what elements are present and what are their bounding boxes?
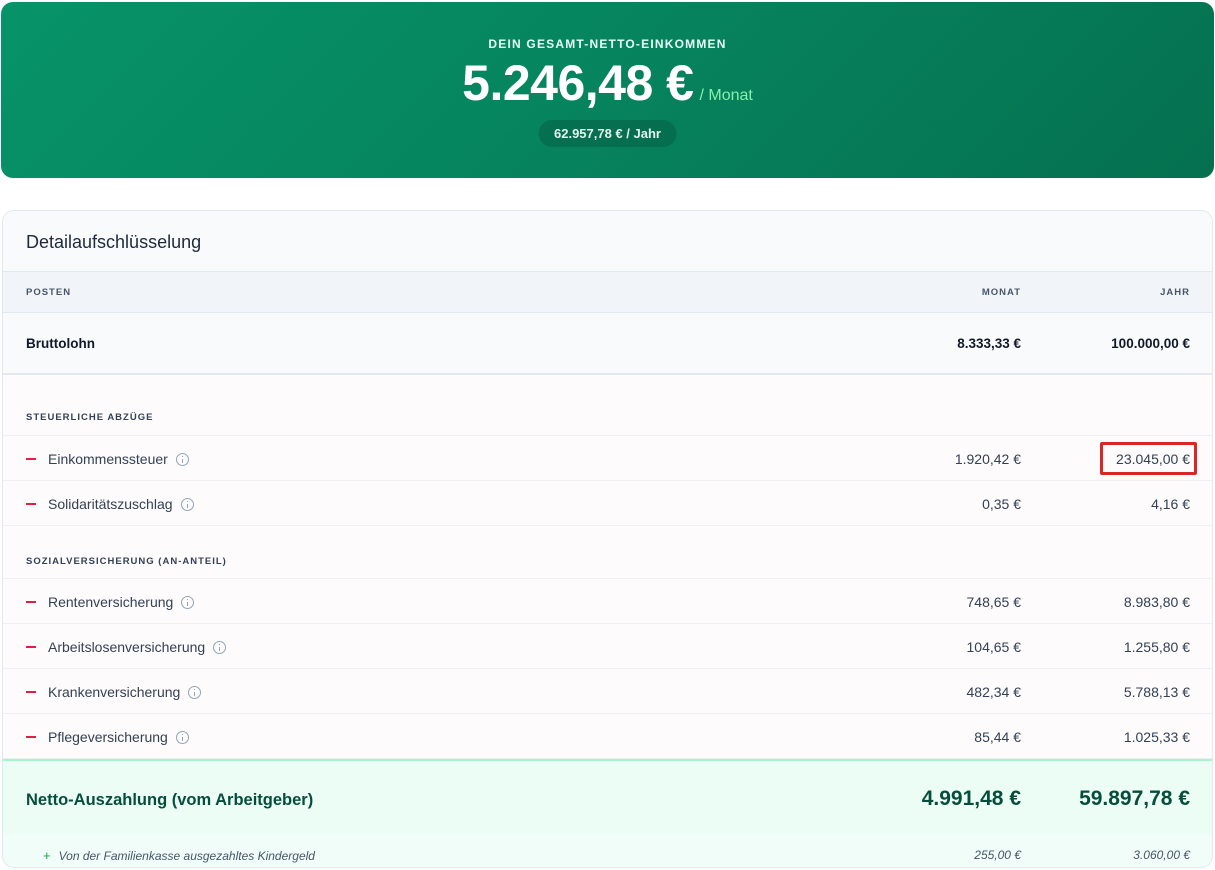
breakdown-card: Detailaufschlüsselung POSTEN MONAT JAHR … [2,210,1213,868]
row-label-text: Solidaritätszuschlag [48,496,173,512]
net-payout-row: Netto-Auszahlung (vom Arbeitgeber) 4.991… [3,759,1212,834]
hero-unit: / Monat [699,87,753,104]
hero-amount: 5.246,48 € [462,55,694,111]
minus-icon [26,601,36,603]
info-icon[interactable] [181,595,195,609]
net-year: 59.897,78 € [1079,787,1190,810]
minus-icon [26,503,36,505]
row-label: Arbeitslosenversicherung [26,639,227,655]
section-title-social: SOZIALVERSICHERUNG (AN-ANTEIL) [26,556,227,567]
minus-icon [26,691,36,693]
minus-icon [26,736,36,738]
info-icon[interactable] [180,497,194,511]
row-year: 1.255,80 € [1123,639,1190,655]
table-row: Arbeitslosenversicherung 104,65 € 1.255,… [3,624,1212,669]
info-icon[interactable] [175,452,189,466]
kindergeld-label: + Von der Familienkasse ausgezahltes Kind… [43,848,315,863]
row-label-text: Pflegeversicherung [48,729,168,745]
column-header-item: POSTEN [26,287,72,298]
kindergeld-month: 255,00 € [974,848,1021,862]
kindergeld-row: + Von der Familienkasse ausgezahltes Kind… [3,834,1212,867]
net-income-hero: DEIN GESAMT-NETTO-EINKOMMEN 5.246,48 € / … [1,2,1214,178]
section-header-social: SOZIALVERSICHERUNG (AN-ANTEIL) [3,526,1212,579]
plus-icon: + [43,848,51,863]
row-label-text: Rentenversicherung [48,594,174,610]
gross-month: 8.333,33 € [957,336,1021,351]
card-title: Detailaufschlüsselung [3,211,1212,272]
row-year: 8.983,80 € [1123,594,1190,610]
column-header-year: JAHR [1160,287,1190,298]
hero-amount-line: 5.246,48 € / Monat [1,54,1214,112]
hero-label: DEIN GESAMT-NETTO-EINKOMMEN [488,37,727,51]
row-label-text: Einkommenssteuer [48,451,168,467]
info-icon[interactable] [175,730,189,744]
row-month: 1.920,42 € [954,451,1021,467]
row-month: 104,65 € [966,639,1022,655]
row-month: 748,65 € [966,594,1022,610]
minus-icon [26,458,36,460]
row-year: 5.788,13 € [1123,684,1190,700]
info-icon[interactable] [213,640,227,654]
row-year: 4,16 € [1151,496,1190,512]
minus-icon [26,646,36,648]
section-header-tax: STEUERLICHE ABZÜGE [3,375,1212,436]
table-row: Einkommenssteuer 1.920,42 € 23.045,00 € [3,436,1212,481]
row-label: Pflegeversicherung [26,729,189,745]
row-label: Krankenversicherung [26,684,202,700]
net-month: 4.991,48 € [921,787,1021,810]
net-label: Netto-Auszahlung (vom Arbeitgeber) [26,791,314,809]
hero-yearly-pill: 62.957,78 € / Jahr [538,120,677,147]
gross-year: 100.000,00 € [1111,336,1190,351]
row-year: 1.025,33 € [1123,729,1190,745]
gross-label: Bruttolohn [26,336,95,351]
table-row: Krankenversicherung 482,34 € 5.788,13 € [3,669,1212,714]
section-title-tax: STEUERLICHE ABZÜGE [26,412,154,423]
table-header: POSTEN MONAT JAHR [3,272,1212,313]
gross-row: Bruttolohn 8.333,33 € 100.000,00 € [3,313,1212,375]
row-label: Einkommenssteuer [26,451,189,467]
table-row: Solidaritätszuschlag 0,35 € 4,16 € [3,481,1212,526]
kindergeld-year: 3.060,00 € [1133,848,1190,862]
kindergeld-text: Von der Familienkasse ausgezahltes Kinde… [58,849,315,863]
column-header-month: MONAT [981,287,1021,298]
row-label-text: Arbeitslosenversicherung [48,639,206,655]
row-month: 482,34 € [966,684,1022,700]
highlight-box [1100,442,1197,475]
table-row: Rentenversicherung 748,65 € 8.983,80 € [3,579,1212,624]
row-label-text: Krankenversicherung [48,684,181,700]
row-label: Rentenversicherung [26,594,195,610]
table-row: Pflegeversicherung 85,44 € 1.025,33 € [3,714,1212,759]
deductions-area: STEUERLICHE ABZÜGE Einkommenssteuer 1.92… [3,375,1212,759]
row-label: Solidaritätszuschlag [26,496,194,512]
row-month: 0,35 € [982,496,1021,512]
row-month: 85,44 € [974,729,1021,745]
info-icon[interactable] [188,685,202,699]
